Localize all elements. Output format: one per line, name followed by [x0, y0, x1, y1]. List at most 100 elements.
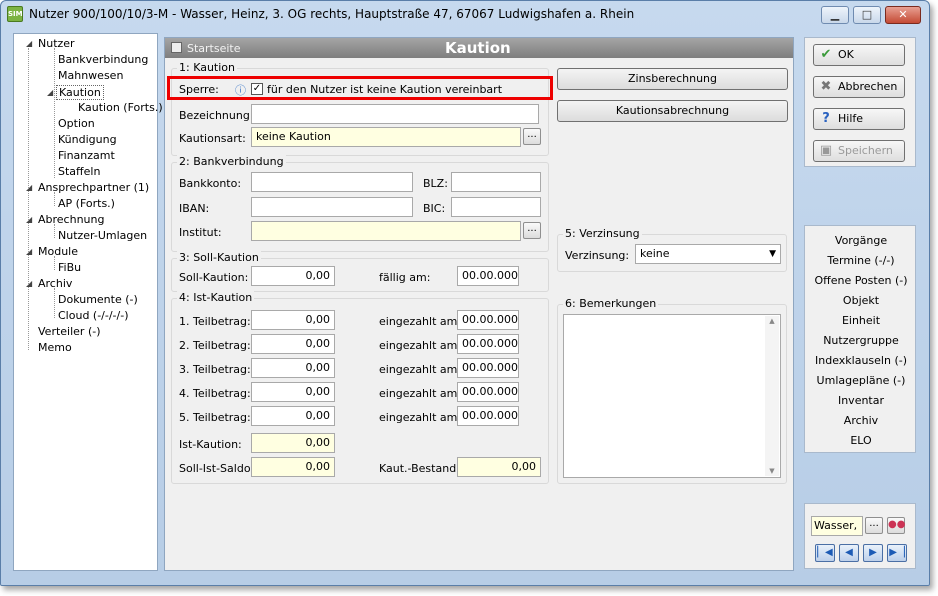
sidebar-link[interactable]: Termine (-/-) [805, 254, 917, 267]
eingezahlt-label: eingezahlt am: [379, 315, 462, 328]
eingezahlt-label: eingezahlt am: [379, 411, 462, 424]
minimize-icon: ▁ [830, 8, 840, 21]
help-icon: ? [822, 111, 830, 126]
bestand-field: 0,00 [457, 457, 541, 477]
speichern-button[interactable]: ▣ Speichern [813, 140, 905, 162]
bankkonto-field[interactable] [251, 172, 413, 192]
iban-field[interactable] [251, 197, 413, 217]
tree-item-kuendigung[interactable]: Kündigung [58, 133, 117, 148]
iban-label: IBAN: [179, 202, 210, 215]
tree-item-fibu[interactable]: FiBu [58, 261, 81, 276]
teilbetrag-label: 2. Teilbetrag: [179, 339, 251, 352]
verzinsung-select[interactable]: keine ▼ [635, 244, 781, 264]
last-record-icon[interactable]: ▶▕ [887, 544, 907, 562]
startseite-label: Startseite [187, 42, 241, 55]
abbrechen-button[interactable]: ✖ Abbrechen [813, 76, 905, 98]
soll-kaution-field[interactable]: 0,00 [251, 266, 335, 286]
bank-group-label: 2: Bankverbindung [177, 155, 286, 168]
bic-field[interactable] [451, 197, 541, 217]
saldo-field: 0,00 [251, 457, 335, 477]
first-record-icon[interactable]: ▏◀ [815, 544, 835, 562]
startseite-checkbox[interactable] [171, 42, 182, 53]
tree-item-mahnwesen[interactable]: Mahnwesen [58, 69, 123, 84]
blz-field[interactable] [451, 172, 541, 192]
scroll-up-icon[interactable]: ▲ [765, 316, 779, 326]
bemerkungen-textarea[interactable]: ▲ ▼ [563, 314, 781, 478]
teilbetrag-field[interactable]: 0,00 [251, 358, 335, 378]
sidebar-link[interactable]: Vorgänge [805, 234, 917, 247]
eingezahlt-field[interactable]: 00.00.0000 [457, 310, 519, 330]
tree-item-cloud[interactable]: Cloud (-/-/-/-) [58, 309, 129, 324]
sperre-label: Sperre: [179, 83, 219, 96]
tree-item-bankverbindung[interactable]: Bankverbindung [58, 53, 148, 68]
kautionsart-lookup-button[interactable]: ... [523, 128, 541, 145]
sperre-checkbox[interactable]: ✓ [251, 83, 263, 95]
tree-item-ap-forts[interactable]: AP (Forts.) [58, 197, 115, 212]
record-lookup-button[interactable]: ... [865, 517, 883, 534]
bemerkungen-scrollbar[interactable]: ▲ ▼ [765, 316, 779, 476]
persons-icon[interactable]: ●● [887, 517, 905, 534]
bezeichnung-field[interactable] [251, 104, 539, 124]
eingezahlt-field[interactable]: 00.00.0000 [457, 358, 519, 378]
tree-item-nutzer-umlagen[interactable]: Nutzer-Umlagen [58, 229, 147, 244]
scroll-down-icon[interactable]: ▼ [765, 466, 779, 476]
institut-lookup-button[interactable]: ... [523, 222, 541, 239]
expanded-arrow-icon: ◢ [26, 183, 33, 192]
tree-item-kaution-forts[interactable]: Kaution (Forts.) [78, 101, 163, 116]
minimize-button[interactable]: ▁ [821, 6, 849, 24]
kautionsabrechnung-button[interactable]: Kautionsabrechnung [557, 100, 788, 122]
tree-item-verteiler[interactable]: Verteiler (-) [38, 325, 101, 340]
ok-button[interactable]: ✔ OK [813, 44, 905, 66]
institut-field[interactable] [251, 221, 521, 241]
eingezahlt-field[interactable]: 00.00.0000 [457, 406, 519, 426]
tree-item-memo[interactable]: Memo [38, 341, 72, 356]
sidebar-link[interactable]: Archiv [805, 414, 917, 427]
teilbetrag-field[interactable]: 0,00 [251, 334, 335, 354]
tree-item-nutzer[interactable]: ◢ Nutzer [26, 37, 75, 52]
page-header: Startseite Kaution [165, 38, 793, 58]
eingezahlt-label: eingezahlt am: [379, 387, 462, 400]
soll-group-label: 3: Soll-Kaution [177, 251, 261, 264]
eingezahlt-field[interactable]: 00.00.0000 [457, 382, 519, 402]
tree-item-abrechnung[interactable]: ◢ Abrechnung [26, 213, 104, 228]
tree-item-finanzamt[interactable]: Finanzamt [58, 149, 115, 164]
eingezahlt-field[interactable]: 00.00.0000 [457, 334, 519, 354]
sidebar-link[interactable]: Objekt [805, 294, 917, 307]
sidebar-link[interactable]: Umlagepläne (-) [805, 374, 917, 387]
next-record-icon[interactable]: ▶ [863, 544, 883, 562]
sidebar-link[interactable]: Nutzergruppe [805, 334, 917, 347]
zinsberechnung-button[interactable]: Zinsberechnung [557, 68, 788, 90]
record-name-field[interactable]: Wasser, [811, 516, 863, 536]
sidebar-link[interactable]: Offene Posten (-) [805, 274, 917, 287]
tree-item-option[interactable]: Option [58, 117, 95, 132]
dropdown-arrow-icon: ▼ [769, 249, 776, 259]
bic-label: BIC: [423, 202, 446, 215]
close-button[interactable]: ✕ [885, 6, 921, 24]
app-logo-icon: SIM [7, 6, 23, 22]
saldo-label: Soll-Ist-Saldo: [179, 462, 255, 475]
sidebar-link[interactable]: ELO [805, 434, 917, 447]
maximize-button[interactable]: □ [853, 6, 881, 24]
teilbetrag-field[interactable]: 0,00 [251, 310, 335, 330]
sidebar-link[interactable]: Indexklauseln (-) [805, 354, 917, 367]
tree-item-ansprechpartner[interactable]: ◢ Ansprechpartner (1) [26, 181, 149, 196]
tree-item-module[interactable]: ◢ Module [26, 245, 78, 260]
tree-item-kaution[interactable]: ◢ Kaution [47, 85, 104, 100]
eingezahlt-label: eingezahlt am: [379, 363, 462, 376]
faellig-field[interactable]: 00.00.0000 [457, 266, 519, 286]
sidebar-link[interactable]: Inventar [805, 394, 917, 407]
teilbetrag-field[interactable]: 0,00 [251, 382, 335, 402]
tree-item-archiv[interactable]: ◢ Archiv [26, 277, 72, 292]
sidebar-link[interactable]: Einheit [805, 314, 917, 327]
app-window: SIM Nutzer 900/100/10/3-M - Wasser, Hein… [0, 0, 930, 586]
teilbetrag-label: 4. Teilbetrag: [179, 387, 251, 400]
info-icon: ⓘ [235, 84, 246, 97]
teilbetrag-field[interactable]: 0,00 [251, 406, 335, 426]
previous-record-icon[interactable]: ◀ [839, 544, 859, 562]
hilfe-button[interactable]: ? Hilfe [813, 108, 905, 130]
tree-item-staffeln[interactable]: Staffeln [58, 165, 100, 180]
ist-kaution-label: Ist-Kaution: [179, 438, 242, 451]
tree-item-dokumente[interactable]: Dokumente (-) [58, 293, 138, 308]
kautionsart-field[interactable]: keine Kaution [251, 127, 521, 147]
teilbetrag-label: 3. Teilbetrag: [179, 363, 251, 376]
